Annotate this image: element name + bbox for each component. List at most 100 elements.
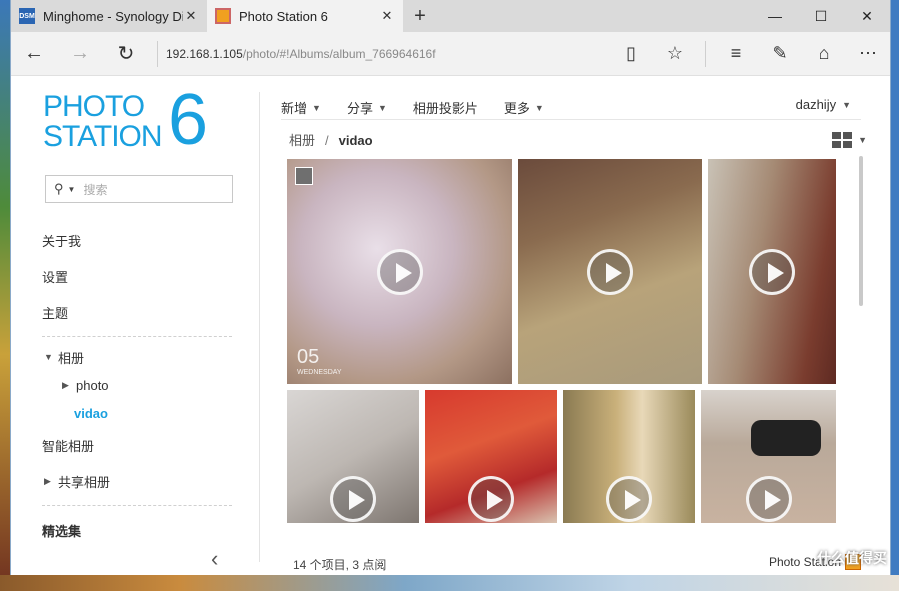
desktop-taskbar-strip [0, 575, 899, 591]
video-thumbnail[interactable] [287, 390, 419, 523]
caret-right-icon: ▶ [44, 475, 51, 486]
desktop-left-edge [0, 0, 10, 591]
user-menu[interactable]: dazhijy ▼ [796, 97, 851, 112]
stamp-time: 05 [297, 346, 320, 368]
play-icon[interactable] [468, 476, 514, 523]
tab-title: Photo Station 6 [239, 8, 328, 24]
window-controls: — ☐ ✕ [752, 0, 890, 32]
sidebar-menu: 关于我 设置 主题 ▼ 相册 ▶ photo vidao 智能相册 ▶ 共享相册 [42, 222, 232, 548]
divider [157, 40, 158, 67]
divider [42, 336, 232, 337]
url-path: /photo/#!Albums/album_766964616f [242, 46, 436, 61]
chevron-down-icon: ▼ [534, 102, 544, 113]
logo-line2: STATION [43, 120, 163, 153]
sidebar-item-shared-album[interactable]: ▶ 共享相册 [42, 463, 232, 499]
video-thumbnail[interactable] [518, 159, 702, 384]
breadcrumb-separator: / [325, 133, 329, 148]
sidebar-item-album-vidao[interactable]: vidao [42, 399, 232, 427]
address-bar[interactable]: 192.168.1.105/photo/#!Albums/album_76696… [166, 47, 609, 61]
wristband-shape [751, 420, 821, 456]
tab-title: Minghome - Synology DiskS [43, 8, 183, 24]
chevron-down-icon: ▼ [858, 135, 867, 145]
play-icon[interactable] [606, 476, 652, 523]
sidebar-item-featured[interactable]: 精选集 [42, 512, 232, 548]
sidebar-item-about[interactable]: 关于我 [42, 222, 232, 258]
browser-window: DSM Minghome - Synology DiskS ✕ Photo St… [10, 0, 891, 575]
play-icon[interactable] [330, 476, 376, 523]
caret-down-icon: ▼ [44, 352, 53, 362]
grid-view-icon [832, 132, 853, 148]
divider [259, 92, 260, 562]
album-toolbar: 新增 ▼ 分享 ▼ 相册投影片 更多 ▼ dazhijy ▼ [281, 96, 861, 120]
video-thumbnail[interactable]: 05 WEDNESDAY [287, 159, 512, 384]
photo-date-stamp: 05 WEDNESDAY [297, 346, 342, 376]
reading-view-icon[interactable]: ▯ [609, 32, 653, 76]
web-note-icon[interactable]: ✎ [758, 32, 802, 76]
chevron-down-icon: ▼ [67, 184, 76, 194]
dsm-favicon-icon: DSM [19, 8, 35, 24]
chevron-down-icon: ▼ [312, 102, 321, 113]
scrollbar[interactable] [859, 156, 863, 306]
view-mode-button[interactable]: ▼ [832, 132, 867, 148]
maximize-icon[interactable]: ☐ [798, 0, 844, 32]
more-icon[interactable]: ⋯ [846, 32, 890, 76]
logo-number: 6 [168, 80, 209, 160]
search-placeholder: 搜索 [83, 182, 108, 197]
logo-line1: PHOTO [43, 90, 145, 123]
desktop-right-edge [891, 0, 899, 591]
sidebar-item-theme[interactable]: 主题 [42, 294, 232, 330]
tab-minghome[interactable]: DSM Minghome - Synology DiskS ✕ [11, 0, 207, 32]
address-bar-row: ← → ↻ 192.168.1.105/photo/#!Albums/album… [11, 32, 890, 76]
sidebar-item-label: 相册 [58, 350, 85, 366]
photo-station-logo: PHOTO STATION 6 [43, 80, 223, 160]
close-tab-icon[interactable]: ✕ [183, 8, 199, 24]
sidebar-item-label: photo [76, 377, 109, 393]
back-icon[interactable]: ← [11, 32, 57, 76]
slideshow-button[interactable]: 相册投影片 [413, 98, 478, 117]
username: dazhijy [795, 97, 837, 112]
collapse-sidebar-icon[interactable]: ‹ [211, 546, 218, 572]
watermark: 什么值得买 [817, 550, 887, 566]
share-icon[interactable]: ⌂ [802, 32, 846, 76]
close-window-icon[interactable]: ✕ [844, 0, 890, 32]
browser-toolbar-icons: ▯ ☆ ≡ ✎ ⌂ ⋯ [609, 32, 890, 76]
video-thumbnail[interactable] [701, 390, 836, 523]
share-button[interactable]: 分享 ▼ [347, 98, 387, 117]
favorite-star-icon[interactable]: ☆ [653, 32, 697, 76]
forward-icon[interactable]: → [57, 32, 103, 76]
refresh-icon[interactable]: ↻ [103, 32, 149, 76]
play-icon[interactable] [587, 248, 633, 295]
play-icon[interactable] [749, 248, 795, 295]
search-input[interactable]: ⚲ ▼ 搜索 [45, 175, 233, 203]
sidebar-item-albums[interactable]: ▼ 相册 [42, 343, 232, 371]
select-checkbox[interactable] [295, 167, 313, 185]
hub-icon[interactable]: ≡ [714, 32, 758, 76]
video-thumbnail[interactable] [708, 159, 836, 384]
photo-station-favicon-icon [215, 8, 231, 24]
stamp-day: WEDNESDAY [297, 369, 342, 376]
button-label: 新增 [281, 101, 308, 116]
more-button[interactable]: 更多 ▼ [504, 98, 544, 117]
sidebar-item-settings[interactable]: 设置 [42, 258, 232, 294]
button-label: 更多 [503, 101, 530, 116]
sidebar-item-smart-album[interactable]: 智能相册 [42, 427, 232, 463]
play-icon[interactable] [376, 248, 423, 295]
breadcrumb-current: vidao [338, 133, 373, 148]
new-tab-icon[interactable]: + [403, 0, 437, 32]
play-icon[interactable] [745, 476, 792, 523]
video-thumbnail[interactable] [563, 390, 695, 523]
close-tab-icon[interactable]: ✕ [379, 8, 395, 24]
minimize-icon[interactable]: — [752, 0, 798, 32]
sidebar-item-album-photo[interactable]: ▶ photo [42, 371, 232, 399]
tab-photo-station[interactable]: Photo Station 6 ✕ [207, 0, 403, 32]
breadcrumb-root[interactable]: 相册 [289, 133, 315, 148]
new-button[interactable]: 新增 ▼ [281, 98, 321, 117]
thumbnail-grid: 05 WEDNESDAY [287, 159, 845, 523]
sidebar: PHOTO STATION 6 ⚲ ▼ 搜索 关于我 设置 主题 ▼ 相册 ▶ [11, 76, 259, 575]
photo-station-page: PHOTO STATION 6 ⚲ ▼ 搜索 关于我 设置 主题 ▼ 相册 ▶ [11, 76, 890, 575]
status-summary: 14 个项目, 3 点阅 [293, 558, 387, 572]
caret-right-icon: ▶ [62, 379, 69, 390]
sidebar-item-label: 共享相册 [58, 474, 111, 490]
video-thumbnail[interactable] [425, 390, 557, 523]
search-icon[interactable]: ⚲ [54, 181, 64, 197]
